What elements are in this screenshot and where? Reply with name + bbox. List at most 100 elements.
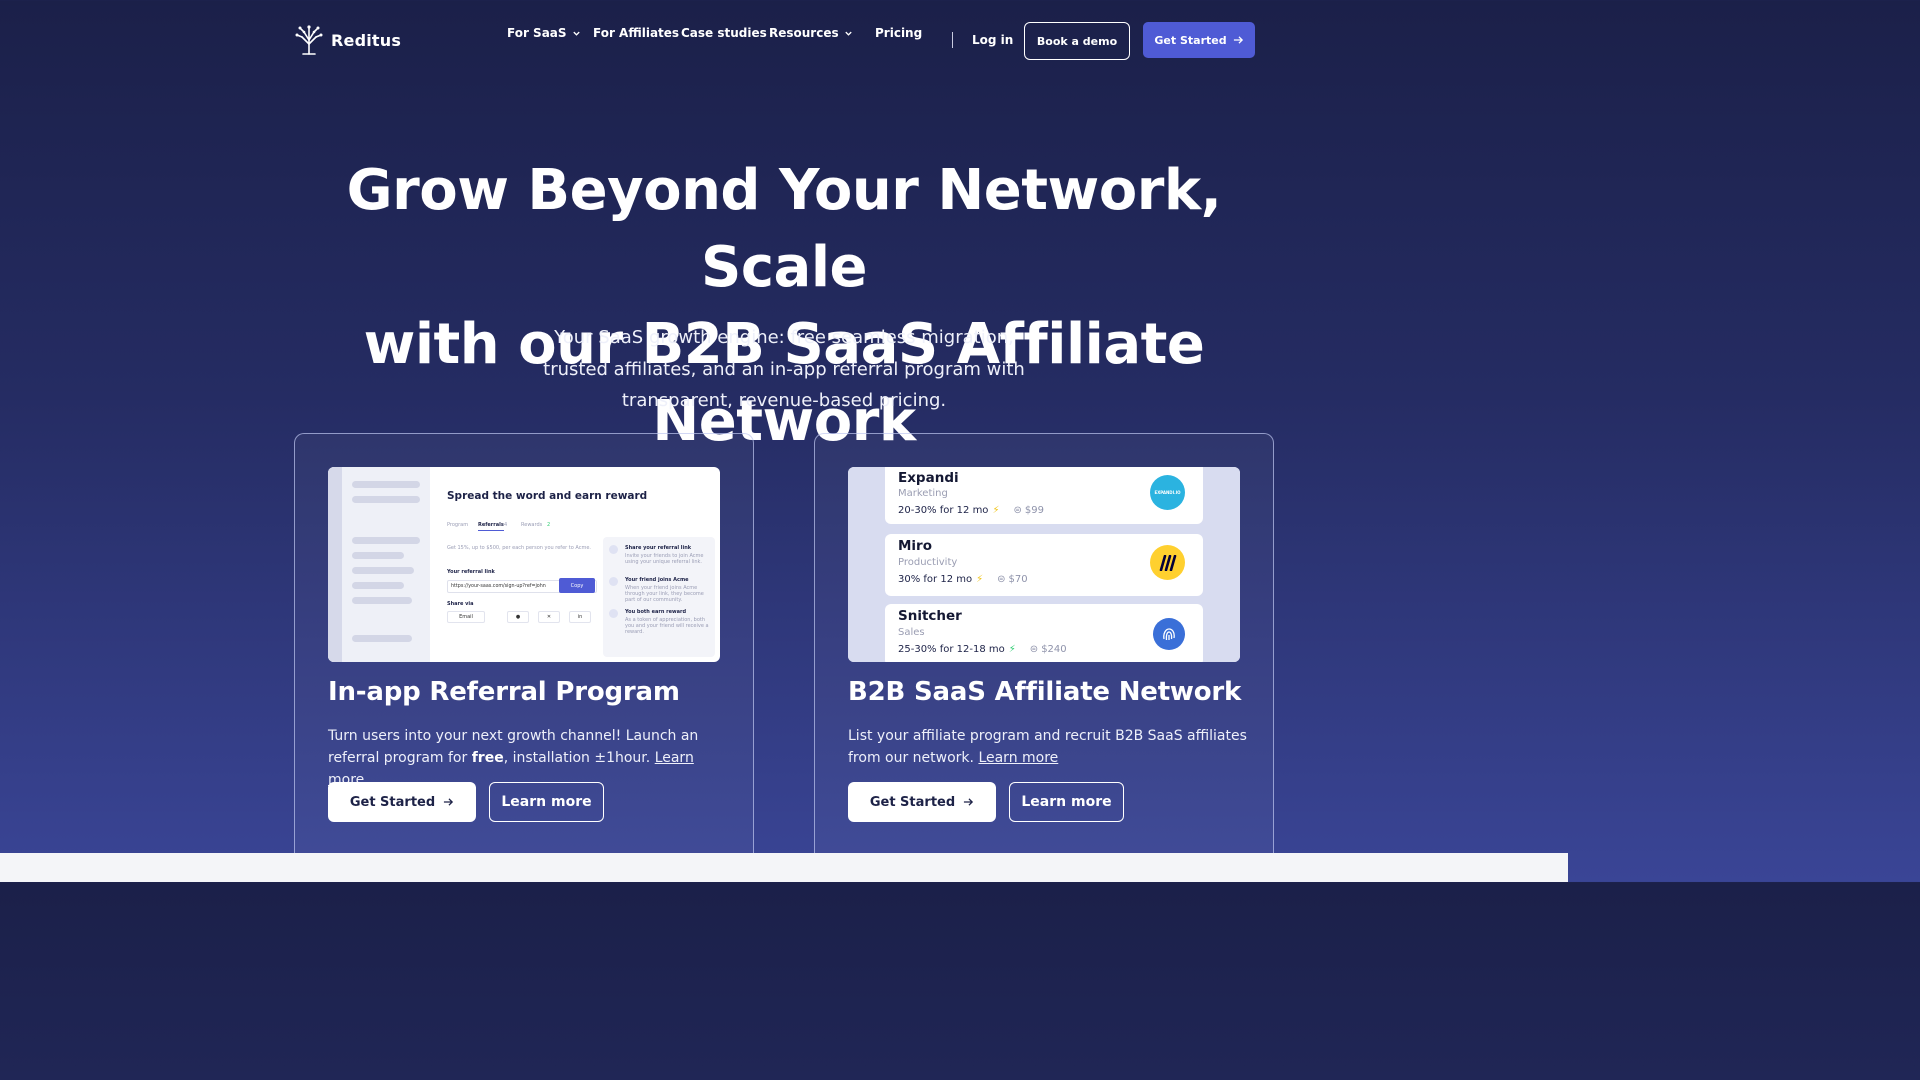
affiliate-price: ⊜ $240 [1030,644,1067,655]
affiliate-get-started-label: Get Started [869,794,956,810]
referral-program-card: Spread the word and earn reward Program … [294,433,754,863]
affiliate-learn-more-link[interactable]: Learn more [978,750,1058,766]
nav-resources[interactable]: Resources [769,26,853,40]
arrow-right-icon [444,798,454,806]
top-navigation: Reditus For SaaS For Affiliates Case stu… [0,0,1568,80]
referral-learn-more-button[interactable]: Learn more [489,782,604,822]
snitcher-logo-icon [1153,618,1185,650]
coin-icon: ⊜ [1013,505,1022,516]
mock-step-title: You both earn reward [625,609,687,615]
mock-steps-panel: Share your referral link Invite your fri… [603,537,715,657]
affiliate-name: Snitcher [898,608,962,624]
nav-resources-label: Resources [769,26,839,40]
bolt-icon: ⚡ [1008,644,1016,655]
affiliate-category: Productivity [898,557,958,568]
mock-sidebar-bar [352,552,404,559]
arrow-right-icon [964,798,974,806]
affiliate-item: Miro Productivity 30% for 12 mo ⚡ ⊜ $70 [885,534,1203,596]
bolt-icon: ⚡ [992,505,1000,516]
mock-step-desc: When your friend joins Acme through your… [625,585,704,603]
nav-for-saas-label: For SaaS [507,26,567,40]
book-demo-button[interactable]: Book a demo [1024,22,1130,60]
bolt-icon: ⚡ [976,574,984,585]
affiliate-price: ⊜ $70 [997,574,1027,585]
miro-mark-icon [1159,554,1176,571]
mock-share-linkedin-icon: in [569,611,591,623]
affiliate-name: Expandi [898,470,959,486]
affiliate-meta: 30% for 12 mo ⚡ ⊜ $70 [898,574,1028,585]
next-section-edge [0,853,1568,882]
mock-sidebar-edge [328,467,342,662]
mock-intro: Get 15%, up to $500, per each person you… [447,545,592,551]
mock-sidebar-bar [352,481,420,488]
mock-sidebar-bar [352,537,420,544]
mock-step-icon [609,577,618,586]
chevron-down-icon [844,31,852,36]
fingerprint-icon [1163,628,1175,641]
affiliate-get-started-button[interactable]: Get Started [848,782,996,822]
miro-logo-icon [1150,545,1185,580]
affiliate-meta: 20-30% for 12 mo ⚡ ⊜ $99 [898,505,1044,516]
affiliate-learn-more-button[interactable]: Learn more [1009,782,1124,822]
nav-divider [952,32,953,48]
mock-share-label: Share via [447,601,474,607]
expandi-logo-icon: EXPANDI.IO [1150,475,1185,510]
brand-name: Reditus [331,30,402,50]
affiliate-card-title: B2B SaaS Affiliate Network [848,677,1242,707]
affiliate-commission: 30% for 12 mo [898,574,973,585]
referral-widget-preview: Spread the word and earn reward Program … [328,467,720,662]
hero-title-line1: Grow Beyond Your Network, Scale [346,158,1222,300]
arrow-right-icon [1233,36,1243,44]
referral-get-started-button[interactable]: Get Started [328,782,476,822]
coin-icon: ⊜ [997,574,1006,585]
referral-get-started-label: Get Started [349,794,436,810]
hero-subtitle: Your SaaS growth engine: free seamless m… [534,322,1034,417]
affiliate-commission: 20-30% for 12 mo [898,505,989,516]
mock-sidebar-bar [352,496,420,503]
mock-sidebar-bar [352,567,414,574]
mock-tab-program: Program [447,522,469,528]
nav-for-affiliates-label: For Affiliates [593,26,680,40]
get-started-nav-label: Get Started [1154,33,1227,47]
hero-subtitle-line2: trusted affiliates, and an in-app referr… [543,358,1025,380]
referral-card-title: In-app Referral Program [328,677,680,707]
affiliate-card-description: List your affiliate program and recruit … [848,725,1248,769]
affiliate-item: Snitcher Sales 25-30% for 12-18 mo ⚡ ⊜ $2… [885,604,1203,662]
hero-subtitle-line3: transparent, revenue-based pricing. [621,390,947,411]
nav-pricing[interactable]: Pricing [875,26,922,40]
mock-step-title: Share your referral link [625,545,692,551]
mock-tab-referrals-count: 4 [504,522,508,528]
mock-share-x-icon: ✕ [538,611,560,623]
affiliate-network-card: Expandi Marketing 20-30% for 12 mo ⚡ ⊜ $9… [814,433,1274,863]
chevron-down-icon [572,31,580,36]
mock-tab-rewards-count: 2 [547,522,551,528]
affiliate-commission: 25-30% for 12-18 mo [898,644,1005,655]
tree-logo-icon [295,25,323,55]
nav-case-studies-label: Case studies [681,26,767,40]
nav-for-affiliates[interactable]: For Affiliates [593,26,679,40]
affiliate-item: Expandi Marketing 20-30% for 12 mo ⚡ ⊜ $9… [885,467,1203,524]
mock-sidebar-bar [352,635,412,642]
mock-step-icon [609,545,618,554]
mock-step-icon [609,609,618,618]
mock-share-whatsapp-icon: ● [507,611,529,623]
coin-icon: ⊜ [1029,644,1039,655]
mock-title: Spread the word and earn reward [447,490,648,502]
reditus-logo[interactable]: Reditus [294,24,401,56]
mock-link-label: Your referral link [447,569,495,575]
nav-for-saas[interactable]: For SaaS [507,26,581,40]
referral-text-post: , installation ±1hour. [503,750,655,766]
mock-step-desc: Invite your friends to join Acme using y… [625,553,704,565]
mock-sidebar-bar [352,597,412,604]
mock-sidebar-bar [352,582,404,589]
mock-step-title: Your friend joins Acme [625,577,689,583]
affiliate-price-value: $240 [1041,644,1067,655]
referral-text-bold: free [471,750,504,766]
mock-tab-referrals: Referrals [478,522,504,531]
mock-tab-rewards: Rewards [521,522,543,528]
login-link[interactable]: Log in [972,33,1013,47]
affiliate-category: Sales [898,627,925,638]
get-started-nav-button[interactable]: Get Started [1143,22,1255,58]
expandi-logo-text: EXPANDI.IO [1154,490,1181,495]
nav-case-studies[interactable]: Case studies [681,26,767,40]
